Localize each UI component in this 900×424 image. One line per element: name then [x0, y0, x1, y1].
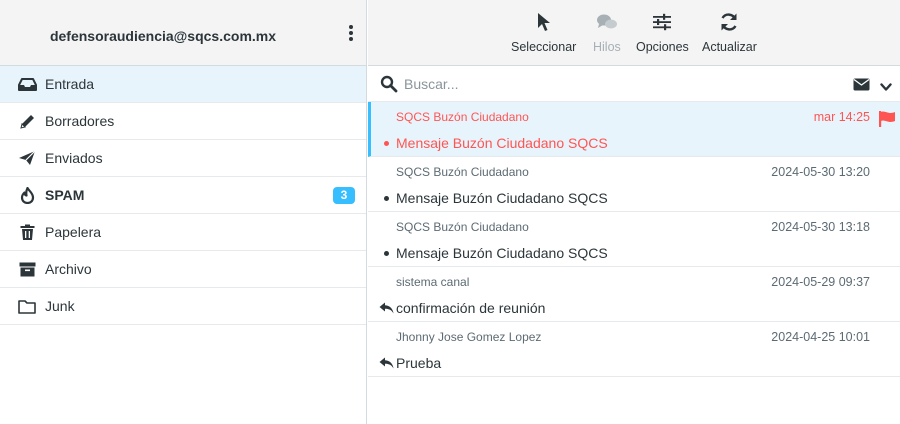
- message-date: 2024-04-25 10:01: [771, 330, 870, 344]
- message-sender: sistema canal: [396, 275, 470, 289]
- options-button[interactable]: Opciones: [636, 10, 689, 54]
- inbox-icon: [17, 75, 37, 93]
- refresh-icon: [719, 12, 739, 35]
- message-sender: SQCS Buzón Ciudadano: [396, 110, 529, 124]
- folder-label: Papelera: [45, 224, 102, 240]
- folder-label: SPAM: [45, 187, 85, 203]
- folder-item-papelera[interactable]: Papelera: [0, 214, 366, 251]
- message-subject: Mensaje Buzón Ciudadano SQCS: [396, 190, 608, 206]
- refresh-button[interactable]: Actualizar: [702, 10, 757, 54]
- message-date: mar 14:25: [813, 110, 870, 124]
- folder-item-entrada[interactable]: Entrada: [0, 66, 366, 103]
- folder-item-spam[interactable]: SPAM 3: [0, 177, 366, 214]
- select-button[interactable]: Seleccionar: [511, 10, 576, 54]
- message-sender: SQCS Buzón Ciudadano: [396, 165, 529, 179]
- message-subject: Prueba: [396, 355, 442, 371]
- kebab-dot: [349, 37, 353, 41]
- unread-dot-icon: [380, 246, 392, 260]
- message-toolbar: Seleccionar Hilos Opciones Actualizar: [368, 0, 900, 66]
- message-row[interactable]: SQCS Buzón Ciudadano mar 14:25 Mensaje B…: [368, 102, 900, 157]
- message-date: 2024-05-29 09:37: [771, 275, 870, 289]
- reply-icon: [378, 356, 394, 370]
- archive-icon: [17, 260, 37, 278]
- reply-icon: [378, 301, 394, 315]
- options-label: Opciones: [636, 40, 689, 54]
- search-input[interactable]: [404, 73, 784, 95]
- select-label: Seleccionar: [511, 40, 577, 54]
- paper-plane-icon: [17, 149, 37, 167]
- message-sender: Jhonny Jose Gomez Lopez: [396, 330, 542, 344]
- folder-label: Entrada: [45, 76, 95, 92]
- refresh-label: Actualizar: [702, 40, 757, 54]
- pencil-icon: [17, 112, 37, 130]
- message-subject: confirmación de reunión: [396, 300, 546, 316]
- folder-label: Enviados: [45, 150, 103, 166]
- folder-pane: defensoraudiencia@sqcs.com.mx Entrada Bo…: [0, 0, 367, 424]
- webmail-app: defensoraudiencia@sqcs.com.mx Entrada Bo…: [0, 0, 900, 424]
- search-icon[interactable]: [380, 75, 398, 93]
- message-date: 2024-05-30 13:18: [771, 220, 870, 234]
- folder-label: Borradores: [45, 113, 115, 129]
- account-header: defensoraudiencia@sqcs.com.mx: [0, 0, 366, 66]
- unread-dot: [383, 250, 389, 256]
- message-row[interactable]: Jhonny Jose Gomez Lopez 2024-04-25 10:01…: [368, 322, 900, 377]
- message-list-pane: Seleccionar Hilos Opciones Actualizar Bu…: [368, 0, 900, 424]
- folder-item-enviados[interactable]: Enviados: [0, 140, 366, 177]
- sliders-icon: [652, 13, 672, 34]
- message-row[interactable]: sistema canal 2024-05-29 09:37 confirmac…: [368, 267, 900, 322]
- unread-dot-icon: [380, 136, 392, 150]
- message-subject: Mensaje Buzón Ciudadano SQCS: [396, 245, 608, 261]
- unread-dot: [383, 195, 389, 201]
- unread-dot: [383, 140, 389, 146]
- message-sender: SQCS Buzón Ciudadano: [396, 220, 529, 234]
- threads-button[interactable]: Hilos: [593, 10, 621, 54]
- folder-item-archivo[interactable]: Archivo: [0, 251, 366, 288]
- message-row[interactable]: SQCS Buzón Ciudadano 2024-05-30 13:18 Me…: [368, 212, 900, 267]
- account-email[interactable]: defensoraudiencia@sqcs.com.mx: [0, 28, 326, 44]
- chevron-down-icon[interactable]: [880, 79, 892, 95]
- folder-item-junk[interactable]: Junk: [0, 288, 366, 325]
- folder-label: Archivo: [45, 261, 92, 277]
- unread-count-badge: 3: [333, 187, 355, 204]
- cursor-arrow-icon: [537, 12, 551, 35]
- unread-dot-icon: [380, 191, 392, 205]
- fire-icon: [17, 186, 37, 204]
- trash-icon: [17, 223, 37, 241]
- folder-item-borradores[interactable]: Borradores: [0, 103, 366, 140]
- envelope-icon[interactable]: [853, 78, 870, 94]
- flag-icon[interactable]: [878, 110, 896, 131]
- folder-icon: [17, 297, 37, 315]
- message-subject: Mensaje Buzón Ciudadano SQCS: [396, 135, 608, 151]
- folder-list: Entrada Borradores Enviados SPAM 3 Papel…: [0, 66, 366, 325]
- folder-label: Junk: [45, 298, 75, 314]
- kebab-dot: [349, 31, 353, 35]
- account-menu-button[interactable]: [346, 24, 356, 44]
- comments-icon: [596, 13, 618, 34]
- message-row[interactable]: SQCS Buzón Ciudadano 2024-05-30 13:20 Me…: [368, 157, 900, 212]
- search-bar: [368, 66, 900, 102]
- message-date: 2024-05-30 13:20: [771, 165, 870, 179]
- threads-label: Hilos: [593, 40, 621, 54]
- message-list: SQCS Buzón Ciudadano mar 14:25 Mensaje B…: [368, 102, 900, 377]
- kebab-dot: [349, 25, 353, 29]
